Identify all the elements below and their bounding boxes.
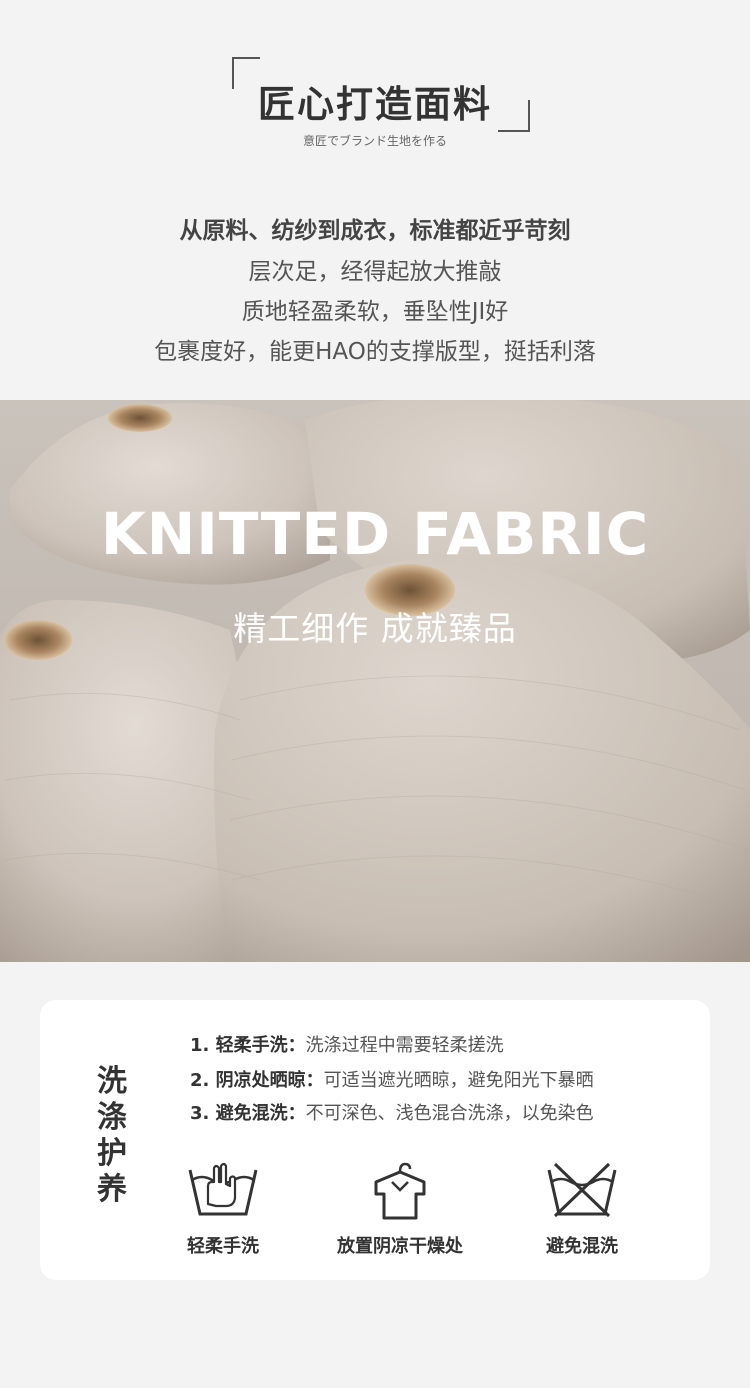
photo-subtitle: 精工细作 成就臻品 [233,609,517,648]
care-rule-text: 不可深色、浅色混合洗涤，以免染色 [305,1103,594,1124]
care-heading-char: 护 [97,1136,127,1171]
hand-wash-icon [168,1160,278,1222]
photo-title: KNITTED FABRIC [100,500,650,568]
care-heading: 洗 涤 护 养 [92,1064,132,1208]
page-subtitle: 意匠でブランド生地を作る [302,134,447,148]
yarn-cones-photo [0,400,750,962]
care-rule-label: 3. 避免混洗： [190,1103,306,1124]
care-rule-text: 可适当遮光晒晾，避免阳光下暴晒 [323,1070,594,1091]
hanging-shirt-icon [345,1160,455,1226]
description-line: 包裹度好，能更HAO的支撑版型，挺括利落 [154,339,596,365]
care-rule: 1. 轻柔手洗：洗涤过程中需要轻柔搓洗 [190,1031,504,1057]
care-rule-label: 1. 轻柔手洗： [190,1035,306,1056]
care-heading-char: 洗 [97,1064,127,1099]
description-line: 质地轻盈柔软，垂坠性JI好 [241,299,509,325]
header-section: 匠心打造面料 意匠でブランド生地を作る 从原料、纺纱到成衣，标准都近乎苛刻 层次… [0,0,750,400]
care-heading-char: 涤 [97,1100,127,1135]
care-rule-text: 洗涤过程中需要轻柔搓洗 [305,1035,504,1056]
description-line: 层次足，经得起放大推敲 [248,259,502,285]
page-title: 匠心打造面料 [258,83,492,126]
no-wash-label: 避免混洗 [546,1236,618,1257]
yarn-cones-illustration [0,400,750,962]
care-heading-char: 养 [97,1172,127,1207]
care-rule: 2. 阴凉处晒晾：可适当遮光晒晾，避免阳光下暴晒 [190,1066,594,1092]
hanging-shirt-label: 放置阴凉干燥处 [337,1236,463,1257]
no-wash-icon [527,1160,637,1222]
hand-wash-label: 轻柔手洗 [187,1236,259,1257]
description-line: 从原料、纺纱到成衣，标准都近乎苛刻 [179,218,571,244]
care-rule-label: 2. 阴凉处晒晾： [190,1070,324,1091]
care-rule: 3. 避免混洗：不可深色、浅色混合洗涤，以免染色 [190,1099,594,1125]
